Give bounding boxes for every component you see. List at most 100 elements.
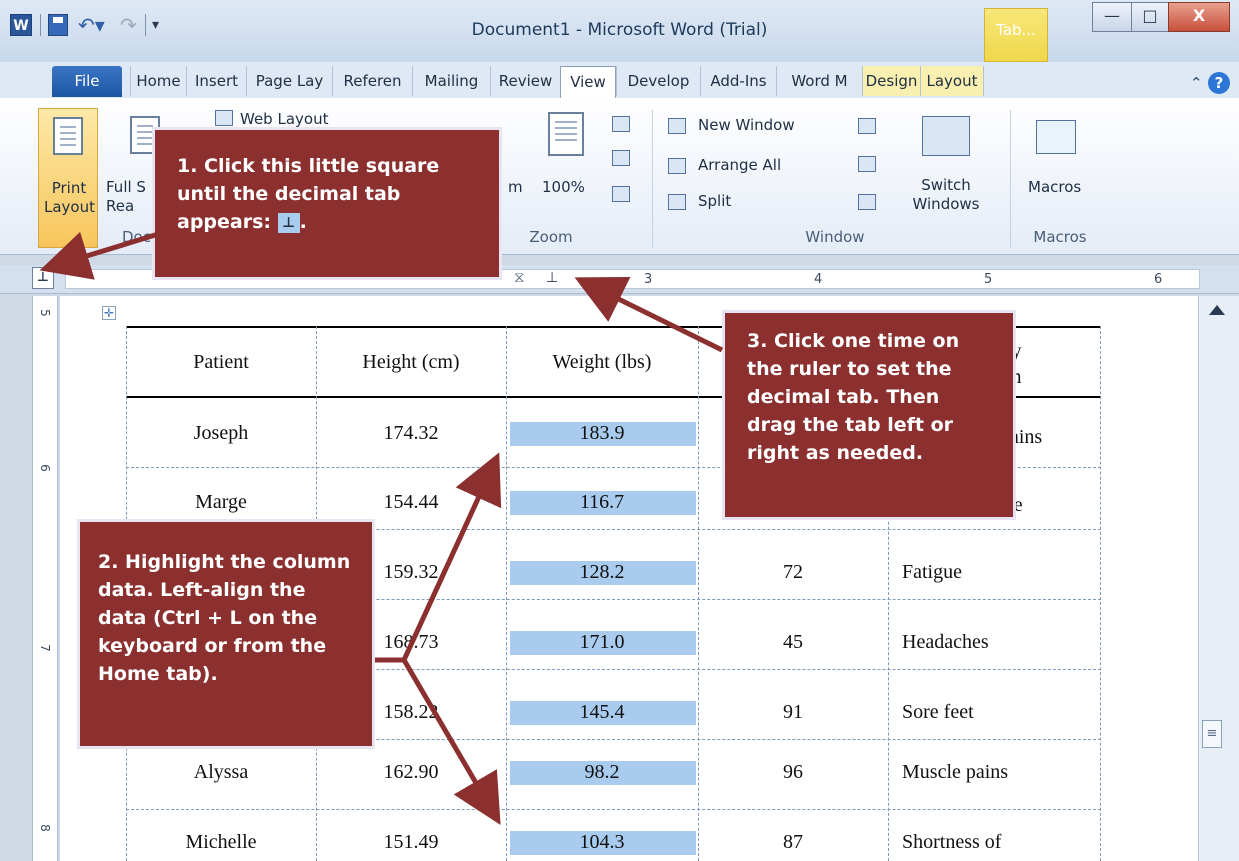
redo-icon[interactable]: ↷ xyxy=(120,14,137,36)
undo-icon[interactable]: ↶▾ xyxy=(78,14,105,36)
tab-review[interactable]: Review xyxy=(490,66,560,96)
reset-window-position-icon[interactable] xyxy=(858,194,876,210)
tab-file[interactable]: File xyxy=(52,66,122,97)
new-window-icon xyxy=(668,118,686,134)
cell-col4[interactable]: 91 xyxy=(698,701,888,724)
scroll-up-icon[interactable] xyxy=(1209,305,1225,315)
cell-patient[interactable]: Marge xyxy=(126,491,316,514)
tab-view[interactable]: View xyxy=(560,66,616,99)
cell-height[interactable]: 151.49 xyxy=(316,831,506,854)
close-button[interactable]: X xyxy=(1168,2,1230,32)
vertical-scrollbar[interactable] xyxy=(1198,296,1239,861)
document-views-group-label: Doc xyxy=(122,228,151,246)
cell-weight[interactable]: 145.4 xyxy=(506,701,698,724)
cell-weight[interactable]: 183.9 xyxy=(506,422,698,445)
two-pages-icon[interactable] xyxy=(612,150,630,166)
cell-weight[interactable]: 128.2 xyxy=(506,561,698,584)
zoom-100-label[interactable]: 100% xyxy=(542,178,585,196)
callout-step-2: 2. Highlight the column data. Left-align… xyxy=(77,519,375,749)
cell-symptom[interactable]: Shortness of xyxy=(902,831,1001,854)
table-col-line xyxy=(1100,326,1101,861)
tab-developer[interactable]: Develop xyxy=(616,66,700,96)
tab-home[interactable]: Home xyxy=(130,66,186,96)
cell-weight[interactable]: 104.3 xyxy=(506,831,698,854)
cell-height[interactable]: 162.90 xyxy=(316,761,506,784)
tab-add-ins[interactable]: Add-Ins xyxy=(700,66,776,96)
arrange-all-icon xyxy=(668,158,686,174)
tab-page-layout[interactable]: Page Lay xyxy=(246,66,332,96)
cell-col4[interactable]: 72 xyxy=(698,561,888,584)
zoom-group-label: Zoom xyxy=(529,228,573,246)
arrange-all-button[interactable]: Arrange All xyxy=(698,156,781,174)
callout-step-3-text: 3. Click one time on the ruler to set th… xyxy=(747,330,960,464)
qat-separator xyxy=(40,14,41,36)
callout-step-2-text: 2. Highlight the column data. Left-align… xyxy=(98,551,351,685)
synchronous-scrolling-icon[interactable] xyxy=(858,156,876,172)
full-screen-reading-label[interactable]: Full S Rea xyxy=(106,178,156,216)
cell-weight[interactable]: 171.0 xyxy=(506,631,698,654)
cell-col4[interactable]: 87 xyxy=(698,831,888,854)
minimize-ribbon-icon[interactable]: ⌃ xyxy=(1190,74,1203,92)
table-row-line xyxy=(126,809,1101,810)
tab-insert[interactable]: Insert xyxy=(186,66,246,96)
macros-button[interactable]: Macros xyxy=(1028,178,1081,196)
tab-word-m[interactable]: Word M xyxy=(776,66,862,96)
cell-weight[interactable]: 116.7 xyxy=(506,491,698,514)
cell-height[interactable]: 174.32 xyxy=(316,422,506,445)
save-icon[interactable] xyxy=(48,14,68,36)
cell-symptom[interactable]: Sore feet xyxy=(902,701,974,724)
ruler-number: 6 xyxy=(1154,272,1163,287)
tab-references[interactable]: Referen xyxy=(332,66,412,96)
cell-col4[interactable]: 96 xyxy=(698,761,888,784)
callout-step-1: 1. Click this little square until the de… xyxy=(152,127,502,280)
tab-mailings[interactable]: Mailing xyxy=(412,66,490,96)
vruler-number: 7 xyxy=(38,644,52,652)
cell-symptom[interactable]: Muscle pains xyxy=(902,761,1008,784)
minimize-button[interactable]: — xyxy=(1092,2,1132,32)
tab-selector-button[interactable]: ⊥ xyxy=(32,267,54,289)
cell-symptom[interactable]: Fatigue xyxy=(902,561,962,584)
vruler-number: 6 xyxy=(38,464,52,472)
split-button[interactable]: Split xyxy=(698,192,731,210)
decimal-tab-marker-icon[interactable]: ⊥ xyxy=(546,270,558,286)
group-separator xyxy=(1010,110,1011,248)
macros-icon xyxy=(1036,120,1076,154)
help-icon[interactable]: ? xyxy=(1208,72,1230,94)
ribbon-tab-bar: File Home Insert Page Lay Referen Mailin… xyxy=(0,62,1239,99)
maximize-button[interactable]: □ xyxy=(1131,2,1169,32)
cell-height[interactable]: 154.44 xyxy=(316,491,506,514)
qat-separator xyxy=(145,14,146,36)
ruler-number: 4 xyxy=(814,272,823,287)
table-move-handle-icon[interactable]: ✛ xyxy=(102,306,116,320)
page-width-icon[interactable] xyxy=(612,186,630,202)
header-patient[interactable]: Patient xyxy=(126,351,316,374)
tab-design[interactable]: Design xyxy=(862,66,920,96)
header-height[interactable]: Height (cm) xyxy=(316,351,506,374)
cell-symptom[interactable]: Headaches xyxy=(902,631,989,654)
cell-col4[interactable]: 45 xyxy=(698,631,888,654)
cell-patient[interactable]: Michelle xyxy=(126,831,316,854)
ruler-number: 5 xyxy=(984,272,993,287)
zoom-100-icon[interactable] xyxy=(548,112,584,156)
cell-patient[interactable]: Alyssa xyxy=(126,761,316,784)
switch-windows-button[interactable]: Switch Windows xyxy=(906,176,986,214)
vruler-number: 8 xyxy=(38,824,52,832)
header-weight[interactable]: Weight (lbs) xyxy=(506,351,698,374)
cell-weight[interactable]: 98.2 xyxy=(506,761,698,784)
new-window-button[interactable]: New Window xyxy=(698,116,795,134)
window-group-label: Window xyxy=(805,228,865,246)
column-marker-icon[interactable]: ⧖ xyxy=(514,268,525,286)
tab-layout[interactable]: Layout xyxy=(920,66,984,96)
table-tools-contextual-label: Tab... xyxy=(984,8,1048,62)
zoom-label[interactable]: m xyxy=(508,178,523,196)
vruler-number: 5 xyxy=(38,309,52,317)
view-side-by-side-icon[interactable] xyxy=(858,118,876,134)
switch-windows-icon xyxy=(922,116,970,156)
one-page-icon[interactable] xyxy=(612,116,630,132)
cell-patient[interactable]: Joseph xyxy=(126,422,316,445)
customize-qat-icon[interactable]: ▾ xyxy=(152,14,159,36)
print-layout-button[interactable]: Print Layout xyxy=(38,108,98,248)
web-layout-label[interactable]: Web Layout xyxy=(240,110,328,128)
word-app-icon[interactable]: W xyxy=(10,14,32,36)
scroll-thumb[interactable]: ≡ xyxy=(1202,720,1222,748)
